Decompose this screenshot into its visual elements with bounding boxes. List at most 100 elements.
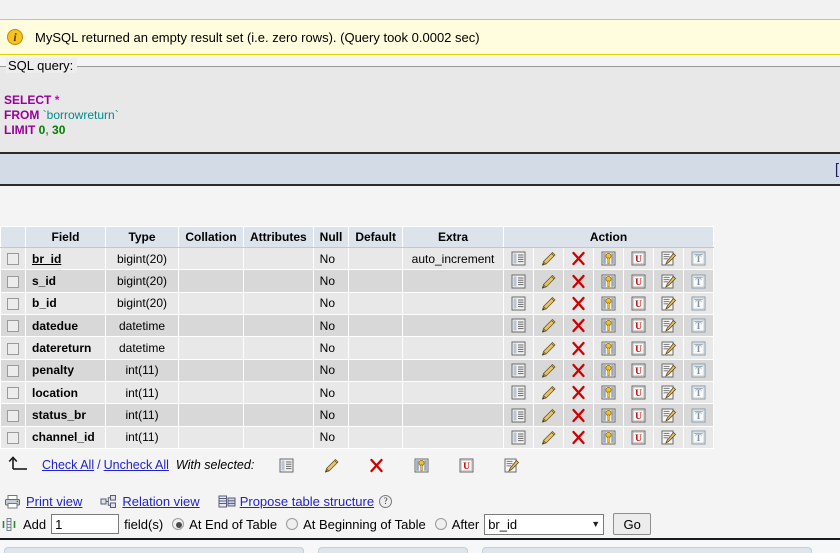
cell-action-primary-key[interactable] [594, 359, 624, 381]
cell-action-index[interactable] [654, 381, 684, 403]
cell-action-index[interactable] [654, 314, 684, 336]
edit-pencil-icon[interactable] [540, 274, 557, 289]
print-view-link[interactable]: Print view [26, 494, 82, 509]
cell-action-drop-x[interactable] [564, 404, 594, 426]
edit-pencil-icon[interactable] [540, 385, 557, 400]
cell-action-edit-pencil[interactable] [534, 381, 564, 403]
drop-x-icon[interactable] [368, 458, 385, 473]
fulltext-t-icon[interactable]: T [690, 408, 707, 423]
bottom-panel-2[interactable] [318, 547, 468, 553]
index-icon[interactable] [660, 296, 677, 311]
row-checkbox-cell[interactable] [1, 314, 26, 336]
check-all-link[interactable]: Check All [42, 458, 94, 472]
browse-icon[interactable] [510, 318, 527, 333]
cell-action-browse[interactable] [504, 337, 534, 359]
primary-key-icon[interactable] [600, 363, 617, 378]
row-checkbox[interactable] [7, 387, 19, 399]
cell-action-index[interactable] [654, 270, 684, 292]
fulltext-t-icon[interactable]: T [690, 363, 707, 378]
fulltext-t-icon[interactable]: T [690, 296, 707, 311]
cell-action-edit-pencil[interactable] [534, 337, 564, 359]
primary-key-icon[interactable] [600, 385, 617, 400]
edit-pencil-icon[interactable] [540, 296, 557, 311]
cell-action-unique-u[interactable]: U [624, 426, 654, 448]
cell-action-drop-x[interactable] [564, 381, 594, 403]
row-checkbox-cell[interactable] [1, 426, 26, 448]
cell-action-fulltext-t[interactable]: T [684, 404, 714, 426]
cell-action-drop-x[interactable] [564, 359, 594, 381]
browse-icon[interactable] [510, 408, 527, 423]
index-icon[interactable] [503, 458, 520, 473]
cell-action-index[interactable] [654, 404, 684, 426]
cell-action-edit-pencil[interactable] [534, 404, 564, 426]
cell-action-unique-u[interactable]: U [624, 337, 654, 359]
row-checkbox-cell[interactable] [1, 270, 26, 292]
cell-action-browse[interactable] [504, 359, 534, 381]
help-icon[interactable]: ? [379, 495, 392, 508]
browse-icon[interactable] [510, 296, 527, 311]
browse-icon[interactable] [510, 341, 527, 356]
radio-at-beginning-of-table[interactable] [286, 518, 298, 530]
cell-action-index[interactable] [654, 426, 684, 448]
cell-action-unique-u[interactable]: U [624, 270, 654, 292]
cell-action-primary-key[interactable] [594, 270, 624, 292]
browse-icon[interactable] [510, 274, 527, 289]
cell-action-browse[interactable] [504, 426, 534, 448]
primary-key-icon[interactable] [413, 458, 430, 473]
cell-action-primary-key[interactable] [594, 381, 624, 403]
cell-action-primary-key[interactable] [594, 314, 624, 336]
index-icon[interactable] [660, 318, 677, 333]
unique-u-icon[interactable]: U [630, 341, 647, 356]
row-checkbox-cell[interactable] [1, 404, 26, 426]
row-checkbox-cell[interactable] [1, 337, 26, 359]
cell-action-browse[interactable] [504, 248, 534, 270]
drop-x-icon[interactable] [570, 296, 587, 311]
propose-table-structure-link[interactable]: Propose table structure [240, 494, 374, 509]
primary-key-icon[interactable] [600, 251, 617, 266]
cell-action-index[interactable] [654, 359, 684, 381]
cell-action-edit-pencil[interactable] [534, 359, 564, 381]
cell-action-primary-key[interactable] [594, 337, 624, 359]
cell-action-unique-u[interactable]: U [624, 248, 654, 270]
cell-action-fulltext-t[interactable]: T [684, 292, 714, 314]
row-checkbox[interactable] [7, 298, 19, 310]
go-button[interactable]: Go [613, 513, 651, 535]
cell-action-fulltext-t[interactable]: T [684, 270, 714, 292]
browse-icon[interactable] [510, 251, 527, 266]
fulltext-t-icon[interactable]: T [690, 430, 707, 445]
unique-u-icon[interactable]: U [630, 385, 647, 400]
cell-action-edit-pencil[interactable] [534, 426, 564, 448]
cell-action-unique-u[interactable]: U [624, 292, 654, 314]
cell-action-primary-key[interactable] [594, 292, 624, 314]
after-field-select[interactable]: br_id ▼ [484, 514, 604, 535]
row-checkbox-cell[interactable] [1, 359, 26, 381]
cell-action-drop-x[interactable] [564, 426, 594, 448]
fulltext-t-icon[interactable]: T [690, 341, 707, 356]
row-checkbox[interactable] [7, 276, 19, 288]
relation-view-link[interactable]: Relation view [122, 494, 199, 509]
drop-x-icon[interactable] [570, 274, 587, 289]
row-checkbox[interactable] [7, 365, 19, 377]
cell-action-browse[interactable] [504, 404, 534, 426]
edit-pencil-icon[interactable] [540, 341, 557, 356]
cell-action-fulltext-t[interactable]: T [684, 426, 714, 448]
cell-action-unique-u[interactable]: U [624, 381, 654, 403]
row-checkbox[interactable] [7, 410, 19, 422]
index-icon[interactable] [660, 274, 677, 289]
index-icon[interactable] [660, 251, 677, 266]
drop-x-icon[interactable] [570, 363, 587, 378]
fulltext-t-icon[interactable]: T [690, 385, 707, 400]
query-action-toolbar[interactable]: [ [0, 152, 840, 186]
primary-key-icon[interactable] [600, 341, 617, 356]
primary-key-icon[interactable] [600, 296, 617, 311]
unique-u-icon[interactable]: U [630, 363, 647, 378]
cell-action-drop-x[interactable] [564, 337, 594, 359]
cell-action-browse[interactable] [504, 314, 534, 336]
primary-key-icon[interactable] [600, 408, 617, 423]
cell-action-fulltext-t[interactable]: T [684, 359, 714, 381]
cell-action-edit-pencil[interactable] [534, 292, 564, 314]
primary-key-icon[interactable] [600, 274, 617, 289]
row-checkbox[interactable] [7, 432, 19, 444]
cell-action-edit-pencil[interactable] [534, 248, 564, 270]
cell-action-primary-key[interactable] [594, 426, 624, 448]
